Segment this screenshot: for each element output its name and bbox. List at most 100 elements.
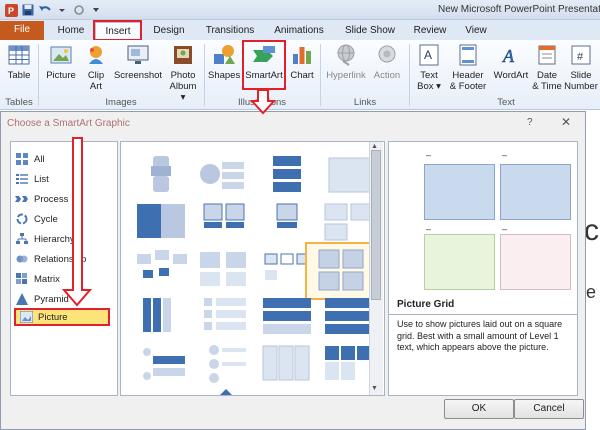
group-label-images: Images bbox=[105, 97, 137, 108]
layout-item[interactable] bbox=[196, 294, 254, 340]
layout-item[interactable] bbox=[196, 200, 254, 246]
screenshot-button[interactable]: Screenshot bbox=[112, 42, 164, 81]
layout-item[interactable] bbox=[259, 152, 317, 198]
layout-item[interactable] bbox=[259, 200, 317, 246]
title-bar: P New Microsoft PowerPoint Presentat bbox=[0, 0, 600, 20]
category-all[interactable]: All bbox=[15, 150, 45, 168]
preview-placeholder-dash: – bbox=[426, 150, 432, 160]
preview-title: Picture Grid bbox=[397, 299, 455, 310]
hyperlink-icon bbox=[337, 44, 355, 66]
svg-text:A: A bbox=[424, 48, 432, 62]
photo-album-button[interactable]: Photo Album ▾ bbox=[166, 42, 200, 103]
undo-dropdown-icon[interactable] bbox=[55, 3, 69, 17]
help-icon[interactable]: ? bbox=[527, 117, 533, 128]
category-pyramid[interactable]: Pyramid bbox=[15, 290, 69, 308]
category-matrix[interactable]: Matrix bbox=[15, 270, 60, 288]
category-process[interactable]: Process bbox=[15, 190, 68, 208]
layout-item[interactable] bbox=[196, 246, 254, 292]
layout-item[interactable] bbox=[196, 342, 254, 388]
smartart-label: SmartArt bbox=[245, 70, 283, 81]
table-label: Table bbox=[7, 70, 31, 81]
category-label: Relationship bbox=[34, 253, 87, 265]
layout-item[interactable] bbox=[133, 200, 191, 246]
layout-item[interactable] bbox=[259, 294, 317, 340]
tab-home[interactable]: Home bbox=[52, 22, 90, 40]
layout-item[interactable] bbox=[133, 342, 191, 388]
group-separator bbox=[409, 44, 410, 106]
tab-animations[interactable]: Animations bbox=[268, 22, 330, 40]
picture-category-icon bbox=[19, 311, 33, 323]
layout-item[interactable] bbox=[196, 152, 254, 198]
hyperlink-label: Hyperlink bbox=[326, 70, 366, 81]
preview-placeholder-dash: – bbox=[502, 224, 508, 234]
text-box-button[interactable]: A Text Box ▾ bbox=[412, 42, 446, 92]
layout-thumbnail bbox=[318, 249, 364, 291]
undo-icon[interactable] bbox=[38, 3, 52, 17]
layout-thumbnail bbox=[200, 162, 244, 189]
slide-background-edge bbox=[586, 111, 600, 430]
layout-item-picture-grid[interactable] bbox=[305, 242, 377, 300]
save-icon[interactable] bbox=[21, 3, 35, 17]
matrix-icon bbox=[15, 273, 29, 285]
gallery-scrollbar-thumb[interactable] bbox=[371, 150, 381, 300]
wordart-button[interactable]: A WordArt bbox=[490, 42, 532, 81]
layout-item[interactable] bbox=[133, 152, 191, 198]
tab-slide-show[interactable]: Slide Show bbox=[340, 22, 400, 40]
clip-art-icon bbox=[89, 46, 103, 64]
text-box-label-2: Box ▾ bbox=[417, 81, 441, 92]
wordart-icon: A bbox=[502, 46, 516, 67]
chart-button[interactable]: Chart bbox=[288, 42, 316, 81]
group-label-links: Links bbox=[353, 97, 377, 108]
clip-art-label: Clip bbox=[87, 70, 105, 81]
category-picture[interactable]: Picture bbox=[14, 308, 110, 326]
date-time-button[interactable]: Date & Time bbox=[532, 42, 562, 92]
picture-button[interactable]: Picture bbox=[42, 42, 80, 81]
layout-thumbnail bbox=[209, 345, 246, 383]
hyperlink-button[interactable]: Hyperlink bbox=[324, 42, 368, 81]
slide-number-label-2: Number bbox=[564, 81, 598, 92]
shapes-button[interactable]: Shapes bbox=[208, 42, 240, 81]
ok-button[interactable]: OK bbox=[444, 399, 514, 419]
header-footer-button[interactable]: Header & Footer bbox=[446, 42, 490, 92]
shapes-label: Shapes bbox=[208, 70, 241, 81]
category-relationship[interactable]: Relationship bbox=[15, 250, 86, 268]
scroll-down-icon[interactable]: ▼ bbox=[371, 385, 378, 392]
layout-item[interactable] bbox=[259, 342, 317, 388]
picture-icon bbox=[50, 46, 72, 64]
layout-item[interactable] bbox=[196, 387, 254, 395]
photo-album-icon bbox=[174, 46, 192, 64]
category-hierarchy[interactable]: Hierarchy bbox=[15, 230, 75, 248]
preview-placeholder-dash: – bbox=[426, 224, 432, 234]
category-label: List bbox=[34, 173, 49, 185]
layout-thumbnail bbox=[200, 252, 246, 286]
screenshot-label: Screenshot bbox=[113, 70, 163, 81]
tab-insert[interactable]: Insert bbox=[95, 22, 141, 40]
category-list-item[interactable]: List bbox=[15, 170, 49, 188]
quick-access-toolbar: P bbox=[4, 2, 103, 18]
layout-thumbnail bbox=[137, 204, 185, 238]
clip-art-button[interactable]: Clip Art bbox=[82, 42, 110, 92]
action-button[interactable]: Action bbox=[370, 42, 404, 81]
layout-thumbnail bbox=[204, 298, 246, 330]
customize-qat-icon[interactable] bbox=[89, 3, 103, 17]
tab-transitions[interactable]: Transitions bbox=[200, 22, 260, 40]
preview-placeholder-dash: – bbox=[502, 150, 508, 160]
layout-item[interactable] bbox=[133, 294, 191, 340]
window-title: New Microsoft PowerPoint Presentat bbox=[438, 4, 600, 15]
slide-background-text: e bbox=[586, 282, 597, 302]
tab-design[interactable]: Design bbox=[146, 22, 192, 40]
category-cycle[interactable]: Cycle bbox=[15, 210, 58, 228]
header-footer-icon bbox=[459, 44, 477, 66]
redo-icon[interactable] bbox=[72, 3, 86, 17]
cancel-button[interactable]: Cancel bbox=[514, 399, 584, 419]
tab-review[interactable]: Review bbox=[408, 22, 452, 40]
preview-picture-box bbox=[500, 164, 571, 220]
close-icon[interactable]: ✕ bbox=[561, 115, 571, 129]
tab-view[interactable]: View bbox=[458, 22, 494, 40]
tab-file[interactable]: File bbox=[0, 21, 44, 40]
table-button[interactable]: Table bbox=[2, 42, 36, 81]
slide-number-button[interactable]: # Slide Number bbox=[562, 42, 600, 92]
smartart-button[interactable]: SmartArt bbox=[243, 42, 285, 81]
scroll-up-icon[interactable]: ▲ bbox=[371, 143, 378, 150]
layout-item[interactable] bbox=[133, 246, 191, 292]
